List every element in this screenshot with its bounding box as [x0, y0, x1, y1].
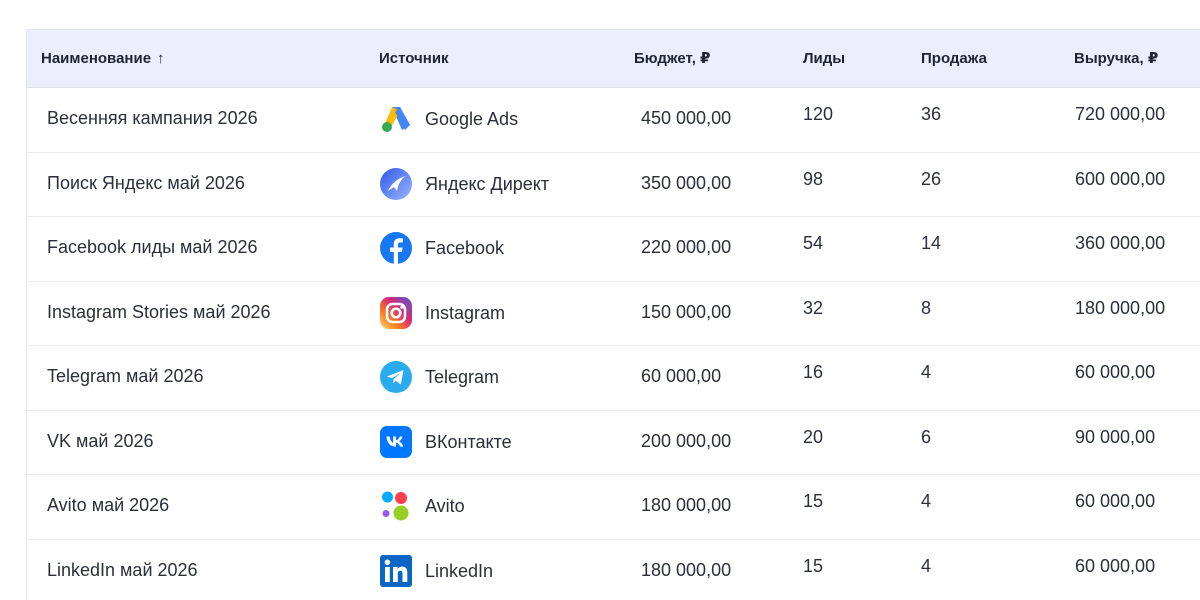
cell-source: Instagram — [379, 296, 505, 330]
cell-name: Facebook лиды май 2026 — [47, 237, 258, 257]
cell-budget: 180 000,00 — [641, 495, 732, 515]
cell-sales: 36 — [921, 104, 942, 124]
cell-sales: 4 — [921, 491, 932, 511]
table-row[interactable]: Telegram май 2026 Telegram 60 000,00 16 4 60 … — [27, 346, 1200, 411]
table-row[interactable]: LinkedIn май 2026 LinkedIn 180 000,00 15 4 60… — [27, 540, 1200, 600]
source-label: Facebook — [425, 238, 505, 258]
cell-sales: 4 — [921, 362, 932, 382]
cell-leads: 98 — [803, 168, 824, 189]
cell-budget: 450 000,00 — [641, 108, 732, 128]
cell-source: Яндекс Директ — [379, 167, 549, 201]
telegram-icon — [379, 360, 413, 394]
cell-name: Avito май 2026 — [47, 495, 170, 515]
column-header-leads[interactable]: Лиды — [803, 30, 845, 88]
vk-icon — [379, 425, 413, 459]
cell-name: Весенняя кампания 2026 — [47, 108, 258, 128]
cell-revenue: 60 000,00 — [1075, 491, 1156, 511]
cell-budget: 150 000,00 — [641, 301, 732, 322]
cell-revenue: 60 000,00 — [1075, 555, 1156, 576]
cell-leads: 120 — [803, 104, 834, 124]
cell-sales: 14 — [921, 233, 942, 253]
cell-budget: 200 000,00 — [641, 430, 732, 451]
sort-ascending-icon[interactable]: ↑ — [157, 50, 165, 67]
cell-revenue: 180 000,00 — [1075, 297, 1166, 318]
avito-icon — [379, 489, 413, 523]
cell-source: Google Ads — [379, 102, 518, 136]
cell-sales: 6 — [921, 426, 932, 447]
cell-budget: 60 000,00 — [641, 366, 722, 386]
cell-name: LinkedIn май 2026 — [47, 559, 198, 580]
cell-source: Facebook — [379, 231, 504, 265]
table-row[interactable]: Поиск Яндекс май 2026 Яндекс Директ 350 00… — [27, 153, 1200, 217]
cell-revenue: 600 000,00 — [1075, 168, 1166, 189]
column-header-budget[interactable]: Бюджет, ₽ — [634, 30, 711, 88]
column-header-name-label: Наименование — [41, 50, 152, 67]
cell-revenue: 360 000,00 — [1075, 233, 1166, 253]
column-header-source[interactable]: Источник — [379, 30, 449, 88]
source-label: LinkedIn — [425, 560, 494, 581]
source-label: Telegram — [425, 367, 500, 387]
table-row[interactable]: VK май 2026 ВКонтакте 200 000,00 20 6 90 000,… — [27, 411, 1200, 475]
table-row[interactable]: Avito май 2026 Avito 180 000,00 15 4 60 000,0… — [27, 475, 1200, 540]
facebook-icon — [379, 231, 413, 265]
cell-name: Telegram май 2026 — [47, 366, 204, 386]
table-header: Наименование ↑ Источник Бюджет, ₽ Лиды Пр… — [27, 30, 1200, 88]
linkedin-icon — [379, 554, 413, 588]
table-body: Весенняя кампания 2026 Google Ads 450 000,… — [27, 88, 1200, 600]
cell-sales: 8 — [921, 297, 932, 318]
cell-source: Avito — [379, 489, 465, 523]
column-header-revenue[interactable]: Выручка, ₽ — [1074, 30, 1158, 88]
yandex-direct-icon — [379, 167, 413, 201]
campaigns-table: Наименование ↑ Источник Бюджет, ₽ Лиды Пр… — [26, 29, 1200, 600]
cell-source: LinkedIn — [379, 554, 493, 588]
source-label: Avito — [425, 496, 465, 516]
cell-name: Instagram Stories май 2026 — [47, 301, 271, 322]
column-header-sales[interactable]: Продажа — [921, 30, 987, 88]
instagram-icon — [379, 296, 413, 330]
table-row[interactable]: Instagram Stories май 2026 Instagram 150 0… — [27, 282, 1200, 346]
cell-source: Telegram — [379, 360, 499, 394]
cell-budget: 220 000,00 — [641, 237, 732, 257]
cell-revenue: 720 000,00 — [1075, 104, 1166, 124]
cell-leads: 15 — [803, 555, 824, 576]
cell-leads: 32 — [803, 297, 824, 318]
cell-leads: 15 — [803, 491, 824, 511]
cell-leads: 16 — [803, 362, 824, 382]
cell-source: ВКонтакте — [379, 425, 512, 459]
cell-name: Поиск Яндекс май 2026 — [47, 172, 245, 193]
column-header-name[interactable]: Наименование ↑ — [41, 30, 165, 88]
cell-revenue: 90 000,00 — [1075, 426, 1156, 447]
source-label: Instagram — [425, 302, 506, 323]
source-label: ВКонтакте — [425, 431, 512, 452]
table-row[interactable]: Весенняя кампания 2026 Google Ads 450 000,… — [27, 88, 1200, 153]
cell-budget: 180 000,00 — [641, 559, 732, 580]
table-row[interactable]: Facebook лиды май 2026 Facebook 220 000,00… — [27, 217, 1200, 282]
cell-leads: 54 — [803, 233, 824, 253]
cell-sales: 26 — [921, 168, 942, 189]
google-ads-icon — [379, 102, 413, 136]
source-label: Google Ads — [425, 109, 519, 129]
cell-budget: 350 000,00 — [641, 172, 732, 193]
cell-revenue: 60 000,00 — [1075, 362, 1156, 382]
source-label: Яндекс Директ — [425, 173, 550, 194]
cell-name: VK май 2026 — [47, 430, 154, 451]
cell-leads: 20 — [803, 426, 824, 447]
cell-sales: 4 — [921, 555, 932, 576]
